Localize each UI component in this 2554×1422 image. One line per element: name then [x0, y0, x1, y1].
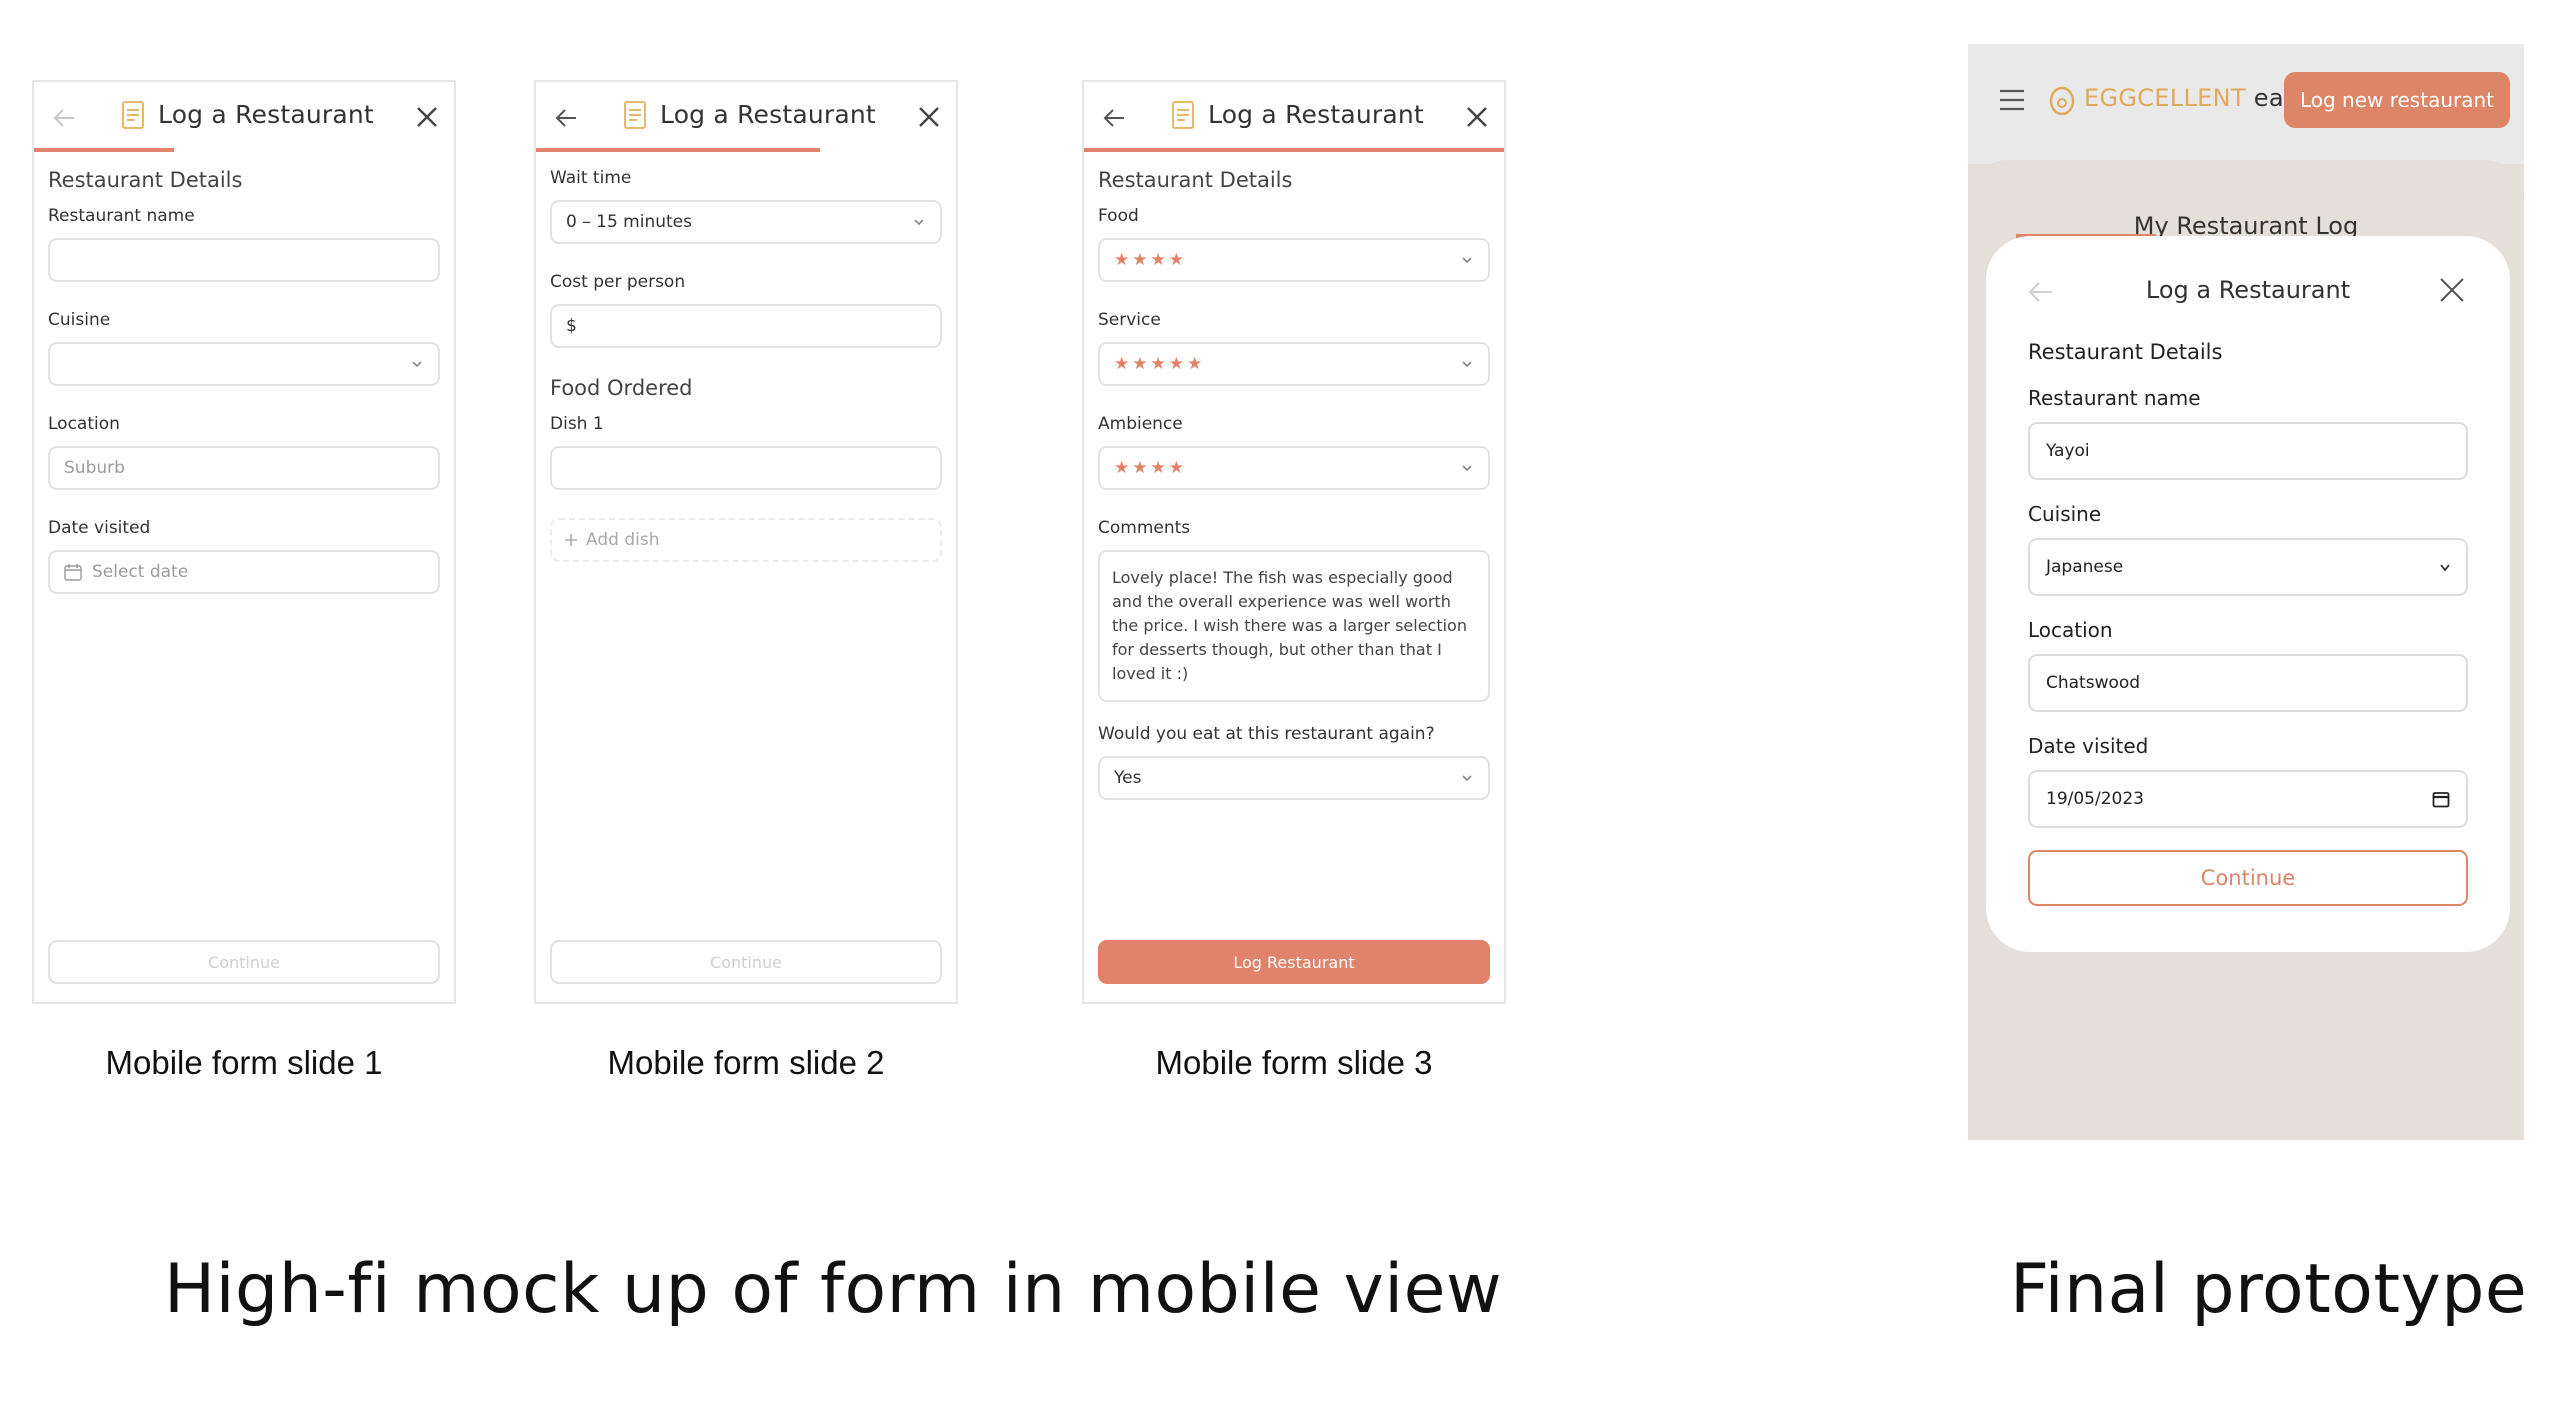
plus-icon — [565, 534, 577, 546]
location-label: Location — [48, 414, 120, 434]
cuisine-value: Japanese — [2046, 557, 2124, 577]
chevron-down-icon — [2440, 564, 2450, 572]
dish-1-label: Dish 1 — [550, 414, 604, 434]
brand-name[interactable]: EGGCELLENT eats — [2084, 84, 2306, 112]
prototype-section-caption: Final prototype — [2010, 1250, 2528, 1329]
cuisine-label: Cuisine — [2028, 502, 2102, 526]
ambience-label: Ambience — [1098, 414, 1183, 434]
close-icon[interactable] — [412, 102, 442, 132]
egg-logo-icon — [2049, 86, 2075, 116]
date-placeholder: Select date — [92, 562, 189, 582]
calendar-icon[interactable] — [2432, 790, 2450, 808]
cuisine-select[interactable]: Japanese — [2028, 538, 2468, 596]
location-input[interactable]: Suburb — [48, 446, 440, 490]
service-rating-stars: ★★★★★ — [1114, 354, 1206, 374]
wait-time-label: Wait time — [550, 168, 632, 188]
date-label: Date visited — [2028, 734, 2149, 758]
eat-again-label: Would you eat at this restaurant again? — [1098, 724, 1435, 744]
modal-header: Log a Restaurant — [536, 82, 956, 152]
date-input[interactable]: 19/05/2023 — [2028, 770, 2468, 828]
date-input[interactable]: Select date — [48, 550, 440, 594]
mobile-slide-3: Log a Restaurant Restaurant Details Food… — [1082, 80, 1506, 1004]
restaurant-name-label: Restaurant name — [48, 206, 195, 226]
continue-button[interactable]: Continue — [48, 940, 440, 984]
close-icon[interactable] — [2438, 276, 2466, 304]
comments-textarea[interactable]: Lovely place! The fish was especially go… — [1098, 550, 1490, 702]
restaurant-name-input[interactable]: Yayoi — [2028, 422, 2468, 480]
add-dish-button[interactable]: Add dish — [550, 518, 942, 562]
log-restaurant-button[interactable]: Log Restaurant — [1098, 940, 1490, 984]
back-arrow-icon[interactable] — [48, 102, 80, 134]
final-prototype-screen: EGGCELLENT eats Log new restaurant My Re… — [1968, 44, 2524, 1140]
back-arrow-icon[interactable] — [1098, 102, 1130, 134]
brand-main: EGGCELLENT — [2084, 84, 2246, 112]
section-title: Restaurant Details — [48, 168, 243, 192]
continue-button[interactable]: Continue — [2028, 850, 2468, 906]
app-header: EGGCELLENT eats Log new restaurant — [1968, 44, 2524, 164]
modal-header: Log a Restaurant — [34, 82, 454, 152]
restaurant-name-input[interactable] — [48, 238, 440, 282]
service-label: Service — [1098, 310, 1161, 330]
mobile-slide-2: Log a Restaurant Wait time 0 – 15 minute… — [534, 80, 958, 1004]
ambience-rating-stars: ★★★★ — [1114, 458, 1187, 478]
modal-header: Log a Restaurant — [1084, 82, 1504, 152]
restaurant-name-label: Restaurant name — [2028, 386, 2201, 410]
wait-time-select[interactable]: 0 – 15 minutes — [550, 200, 942, 244]
date-label: Date visited — [48, 518, 151, 538]
slide-2-caption: Mobile form slide 2 — [607, 1044, 885, 1081]
section-title: Restaurant Details — [1098, 168, 1293, 192]
document-icon — [624, 100, 646, 129]
section-title: Restaurant Details — [2028, 340, 2223, 364]
document-icon — [122, 100, 144, 129]
food-rating-stars: ★★★★ — [1114, 250, 1187, 270]
chevron-down-icon — [1462, 775, 1472, 782]
eat-again-value: Yes — [1114, 768, 1142, 788]
location-input[interactable]: Chatswood — [2028, 654, 2468, 712]
comments-label: Comments — [1098, 518, 1191, 538]
modal-title: Log a Restaurant — [2145, 276, 2351, 304]
mockup-section-caption: High-fi mock up of form in mobile view — [164, 1250, 1503, 1329]
modal-title: Log a Restaurant — [660, 100, 876, 129]
progress-bar — [536, 148, 820, 152]
slide-3-caption: Mobile form slide 3 — [1155, 1044, 1433, 1081]
modal-title: Log a Restaurant — [158, 100, 374, 129]
dish-1-input[interactable] — [550, 446, 942, 490]
service-rating-select[interactable]: ★★★★★ — [1098, 342, 1490, 386]
cuisine-select[interactable] — [48, 342, 440, 386]
continue-button[interactable]: Continue — [550, 940, 942, 984]
mobile-slide-1: Log a Restaurant Restaurant Details Rest… — [32, 80, 456, 1004]
modal-title: Log a Restaurant — [1208, 100, 1424, 129]
calendar-icon — [64, 564, 82, 581]
log-restaurant-modal: Log a Restaurant Restaurant Details Rest… — [1986, 236, 2510, 952]
cost-label: Cost per person — [550, 272, 686, 292]
eat-again-select[interactable]: Yes — [1098, 756, 1490, 800]
cost-input[interactable]: $ — [550, 304, 942, 348]
log-new-restaurant-button[interactable]: Log new restaurant — [2283, 72, 2510, 128]
chevron-down-icon — [914, 219, 924, 226]
date-value: 19/05/2023 — [2046, 789, 2144, 809]
chevron-down-icon — [1462, 465, 1472, 472]
add-dish-label: Add dish — [586, 530, 660, 550]
progress-bar — [1084, 148, 1504, 152]
wait-time-value: 0 – 15 minutes — [566, 212, 692, 232]
back-arrow-icon[interactable] — [550, 102, 582, 134]
document-icon — [1172, 100, 1194, 129]
chevron-down-icon — [1462, 257, 1472, 264]
close-icon[interactable] — [1462, 102, 1492, 132]
chevron-down-icon — [412, 361, 422, 368]
progress-bar — [34, 148, 174, 152]
cuisine-label: Cuisine — [48, 310, 111, 330]
ambience-rating-select[interactable]: ★★★★ — [1098, 446, 1490, 490]
food-rating-select[interactable]: ★★★★ — [1098, 238, 1490, 282]
food-section-title: Food Ordered — [550, 376, 693, 400]
close-icon[interactable] — [914, 102, 944, 132]
hamburger-icon[interactable] — [1998, 88, 2026, 112]
slide-1-caption: Mobile form slide 1 — [105, 1044, 383, 1081]
location-label: Location — [2028, 618, 2113, 642]
food-label: Food — [1098, 206, 1139, 226]
chevron-down-icon — [1462, 361, 1472, 368]
